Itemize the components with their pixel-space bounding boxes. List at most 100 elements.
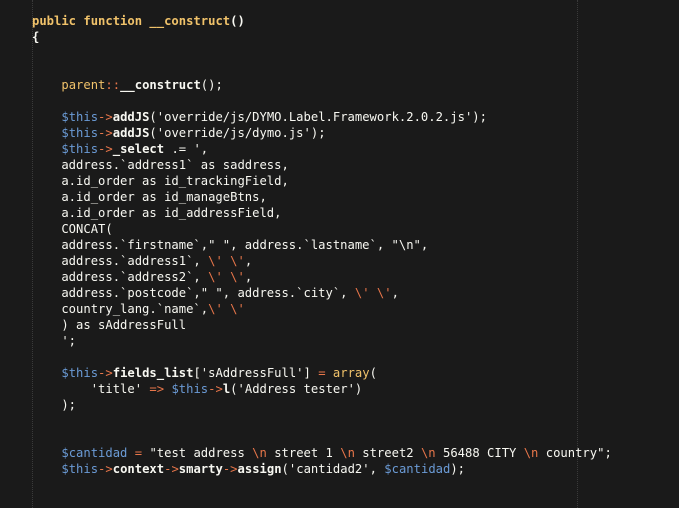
code-token: street2 xyxy=(354,446,421,460)
code-token: => xyxy=(149,382,165,396)
code-token: $this xyxy=(61,366,99,380)
code-editor[interactable]: public function __construct(){ parent::_… xyxy=(0,0,679,508)
code-token: CONCAT( xyxy=(32,222,113,236)
code-token: , xyxy=(244,254,253,268)
code-token: addJS xyxy=(112,110,150,124)
code-token: -> xyxy=(222,462,238,476)
code-token: \' xyxy=(230,302,245,316)
code-line[interactable]: $this->addJS('override/js/DYMO.Label.Fra… xyxy=(0,109,679,125)
code-token: ] xyxy=(303,366,319,380)
code-token: :: xyxy=(105,78,121,92)
code-line[interactable]: CONCAT( xyxy=(0,221,679,237)
code-token: $this xyxy=(61,110,99,124)
code-token: \' xyxy=(208,254,223,268)
code-token: 'cantidad2' xyxy=(288,462,370,476)
code-token: a.id_order as id_trackingField, xyxy=(32,174,289,188)
code-token: = xyxy=(134,446,143,460)
code-token: .= xyxy=(164,142,194,156)
code-line[interactable]: $this->context->smarty->assign('cantidad… xyxy=(0,461,679,477)
code-line[interactable]: a.id_order as id_trackingField, xyxy=(0,173,679,189)
code-area[interactable]: public function __construct(){ parent::_… xyxy=(0,13,679,477)
code-token: 'override/js/dymo.js' xyxy=(156,126,311,140)
code-token: \' xyxy=(230,254,245,268)
code-line[interactable]: $this->addJS('override/js/dymo.js'); xyxy=(0,125,679,141)
code-token: ) as sAddressFull xyxy=(32,318,187,332)
code-token: () xyxy=(230,14,245,28)
code-line[interactable] xyxy=(0,45,679,61)
code-token: \' xyxy=(208,302,223,316)
code-token: a.id_order as id_manageBtns, xyxy=(32,190,267,204)
code-line[interactable]: a.id_order as id_manageBtns, xyxy=(0,189,679,205)
code-token: ( xyxy=(230,382,238,396)
code-token: \n xyxy=(523,446,539,460)
code-token: assign xyxy=(237,462,282,476)
code-token: addJS xyxy=(112,126,150,140)
code-token: $this xyxy=(61,126,99,140)
code-line[interactable]: address.`address1`, \' \', xyxy=(0,253,679,269)
code-line[interactable] xyxy=(0,413,679,429)
code-token: ); xyxy=(472,110,487,124)
code-token: a.id_order as id_addressField, xyxy=(32,206,282,220)
code-token: address.`address1` as saddress, xyxy=(32,158,289,172)
code-token: context xyxy=(112,462,165,476)
code-line[interactable]: 'title' => $this->l('Address tester') xyxy=(0,381,679,397)
code-token: $cantidad xyxy=(384,462,451,476)
code-line[interactable]: public function __construct() xyxy=(0,13,679,29)
code-line[interactable] xyxy=(0,61,679,77)
code-token: \n xyxy=(252,446,267,460)
code-line[interactable]: country_lang.`name`,\' \' xyxy=(0,301,679,317)
code-token: ) xyxy=(354,382,363,396)
code-token: $this xyxy=(171,382,209,396)
code-line[interactable]: $this->_select .= ', xyxy=(0,141,679,157)
code-token: fields_list xyxy=(112,366,194,380)
code-line[interactable] xyxy=(0,93,679,109)
code-token: ; xyxy=(604,446,612,460)
code-token: "test address xyxy=(149,446,253,460)
code-token: , xyxy=(369,462,385,476)
code-token: \' xyxy=(208,270,223,284)
code-token: -> xyxy=(98,110,113,124)
code-token: ', xyxy=(193,142,209,156)
code-token: _select xyxy=(112,142,165,156)
code-line[interactable]: a.id_order as id_addressField, xyxy=(0,205,679,221)
code-token: -> xyxy=(98,366,113,380)
code-line[interactable]: ); xyxy=(0,397,679,413)
code-token: -> xyxy=(98,142,113,156)
code-token: , xyxy=(244,270,253,284)
code-token: $this xyxy=(61,142,99,156)
code-line[interactable]: address.`address2`, \' \', xyxy=(0,269,679,285)
code-line[interactable] xyxy=(0,429,679,445)
code-token: country" xyxy=(538,446,605,460)
code-line[interactable]: ) as sAddressFull xyxy=(0,317,679,333)
code-line[interactable] xyxy=(0,349,679,365)
code-line[interactable]: $this->fields_list['sAddressFull'] = arr… xyxy=(0,365,679,381)
code-token: address.`postcode`," ", address.`city`, xyxy=(32,286,355,300)
code-line[interactable]: address.`firstname`," ", address.`lastna… xyxy=(0,237,679,253)
code-token: parent xyxy=(61,78,106,92)
code-line[interactable]: $cantidad = "test address \n street 1 \n… xyxy=(0,445,679,461)
code-token: $this xyxy=(61,462,99,476)
code-line[interactable]: { xyxy=(0,29,679,45)
code-line[interactable]: '; xyxy=(0,333,679,349)
code-token: -> xyxy=(164,462,179,476)
code-token: \n xyxy=(420,446,436,460)
code-token: \' xyxy=(230,270,245,284)
code-token: -> xyxy=(98,462,113,476)
code-token: country_lang.`name`, xyxy=(32,302,209,316)
code-token: , xyxy=(391,286,399,300)
code-token: 56488 CITY xyxy=(435,446,524,460)
code-token: ( xyxy=(281,462,289,476)
code-token: -> xyxy=(98,126,113,140)
code-token: smarty xyxy=(178,462,223,476)
code-line[interactable]: address.`address1` as saddress, xyxy=(0,157,679,173)
code-line[interactable]: parent::__construct(); xyxy=(0,77,679,93)
code-token: \n xyxy=(340,446,355,460)
code-line[interactable]: address.`postcode`," ", address.`city`, … xyxy=(0,285,679,301)
